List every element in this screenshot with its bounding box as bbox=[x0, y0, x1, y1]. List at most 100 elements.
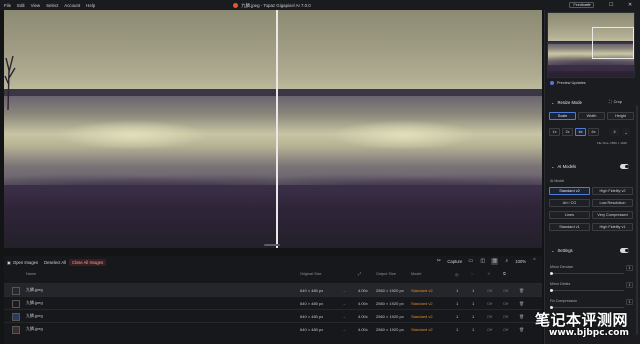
zoom-level[interactable]: 100% bbox=[515, 259, 526, 264]
table-row[interactable]: 九鳞.jpeg 640 × 480 px → 4.00x 2560 × 1920… bbox=[4, 309, 542, 322]
scale-value: 4.00x bbox=[358, 287, 368, 293]
column-model[interactable]: Model bbox=[411, 272, 421, 276]
model-high-fidelity-v2[interactable]: High Fidelity v2 bbox=[592, 187, 633, 195]
compression-value: Off bbox=[503, 313, 509, 319]
preview-area[interactable] bbox=[4, 10, 542, 248]
fix-compression-value[interactable]: 1 bbox=[626, 299, 633, 305]
comparison-divider[interactable] bbox=[276, 10, 278, 248]
resize-mode-header[interactable]: ⌄ Resize Mode bbox=[545, 97, 640, 107]
model-standard-v1[interactable]: Standard v1 bbox=[549, 223, 590, 231]
chevron-up-icon[interactable]: ⌃ bbox=[531, 258, 538, 265]
model-art-cg[interactable]: Art / CG bbox=[549, 199, 590, 207]
minimize-icon[interactable]: — bbox=[586, 2, 591, 8]
navigator-thumbnail[interactable] bbox=[547, 12, 635, 78]
split-view-icon[interactable]: ◫ bbox=[479, 258, 486, 265]
capture-icon[interactable]: ✂ bbox=[435, 258, 442, 265]
file-name: 九鳞.jpeg bbox=[26, 300, 43, 305]
minor-deblur-slider[interactable] bbox=[550, 290, 624, 291]
settings-sidebar: Preview Updates ⌄ Resize Mode ⛶ Crop Scale… bbox=[544, 10, 640, 344]
navigator-viewport-box[interactable] bbox=[592, 27, 634, 59]
scale-1x-button[interactable]: 1x bbox=[549, 128, 560, 136]
zoom-icon[interactable]: ⌕ bbox=[503, 258, 510, 265]
arrow-icon: → bbox=[342, 300, 346, 306]
maximize-icon[interactable]: ☐ bbox=[609, 2, 613, 8]
ai-models-toggle[interactable] bbox=[620, 164, 629, 169]
trash-icon[interactable]: 🗑 bbox=[519, 288, 524, 293]
upscaled-preview-pane[interactable] bbox=[277, 10, 542, 248]
file-name: 九鳞.jpeg bbox=[26, 326, 43, 331]
single-view-icon[interactable]: ▭ bbox=[467, 258, 474, 265]
original-size: 640 × 480 px bbox=[300, 287, 324, 293]
folder-icon: ▣ bbox=[7, 259, 11, 265]
column-original-size[interactable]: Original Size bbox=[300, 272, 322, 276]
column-output-size[interactable]: Output Size bbox=[376, 272, 396, 276]
model-standard-v2[interactable]: Standard v2 bbox=[549, 187, 590, 195]
minor-denoise-label: Minor Denoise bbox=[550, 265, 574, 269]
minor-denoise-slider[interactable] bbox=[550, 273, 624, 274]
crop-button[interactable]: ⛶ Crop bbox=[609, 98, 622, 106]
model-very-compressed[interactable]: Very Compressed bbox=[592, 211, 633, 219]
tab-scale[interactable]: Scale bbox=[549, 112, 576, 120]
scale-4x-button[interactable]: 4x bbox=[575, 128, 586, 136]
open-images-button[interactable]: ▣ Open Images bbox=[4, 259, 41, 266]
tab-width[interactable]: Width bbox=[578, 112, 605, 120]
minor-denoise-value[interactable]: 1 bbox=[626, 265, 633, 271]
tab-height[interactable]: Height bbox=[607, 112, 634, 120]
minor-deblur-value[interactable]: 1 bbox=[626, 282, 633, 288]
crop-icon: ⛶ bbox=[609, 100, 612, 104]
original-size: 640 × 480 px bbox=[300, 300, 324, 306]
table-row[interactable]: 九鳞.jpeg 640 × 480 px → 4.00x 2560 × 1920… bbox=[4, 296, 542, 309]
settings-toggle[interactable] bbox=[620, 248, 629, 253]
preview-updates-check-icon[interactable] bbox=[550, 81, 554, 85]
land-region bbox=[277, 171, 542, 248]
trash-icon[interactable]: 🗑 bbox=[519, 301, 524, 306]
original-preview-pane[interactable] bbox=[4, 10, 276, 248]
close-all-images-button[interactable]: Close All Images bbox=[69, 258, 107, 266]
minor-deblur-knob[interactable] bbox=[550, 289, 553, 292]
settings-section: ⌄ Settings Minor Denoise 1 Minor Deblur 1… bbox=[545, 245, 640, 309]
model-lines[interactable]: Lines bbox=[549, 211, 590, 219]
chevron-down-icon: ⌄ bbox=[551, 99, 555, 105]
model-high-fidelity-v1[interactable]: High Fidelity v1 bbox=[592, 223, 633, 231]
compression-value: Off bbox=[503, 326, 509, 332]
face-column-icon: ☺ bbox=[487, 272, 491, 276]
table-row[interactable]: 九鳞.jpeg 640 × 480 px → 4.00x 2560 × 1920… bbox=[4, 283, 542, 296]
model-value: Standard v2 bbox=[411, 300, 433, 306]
sharpen-value: 1 bbox=[472, 287, 475, 293]
sidebar-scrollbar[interactable] bbox=[636, 105, 638, 335]
column-name[interactable]: Name bbox=[26, 272, 36, 276]
scale-6x-button[interactable]: 6x bbox=[588, 128, 599, 136]
crop-label: Crop bbox=[613, 100, 622, 104]
face-recovery-value: Off bbox=[487, 313, 493, 319]
minor-denoise-knob[interactable] bbox=[550, 272, 553, 275]
trash-icon[interactable]: 🗑 bbox=[519, 314, 524, 319]
land-region bbox=[4, 171, 276, 248]
arrow-icon: → bbox=[342, 287, 346, 293]
table-header: Name Original Size ⤢ Output Size Model ◎… bbox=[4, 269, 542, 279]
image-thumbnail bbox=[12, 299, 20, 308]
window-title-text: 九鳞.jpeg - Topaz Gigapixel AI 7.0.0 bbox=[241, 2, 311, 8]
capture-label[interactable]: Capture bbox=[447, 259, 462, 264]
scale-value: 4.00x bbox=[358, 300, 368, 306]
custom-scale-input[interactable]: 4 bbox=[609, 128, 620, 136]
fix-compression-slider[interactable] bbox=[550, 307, 624, 308]
scale-stepper-icon[interactable]: ⌄ bbox=[622, 128, 630, 136]
image-thumbnail bbox=[12, 325, 20, 334]
side-by-side-view-icon[interactable]: ▥ bbox=[491, 258, 499, 265]
sky-region bbox=[277, 10, 542, 95]
table-row[interactable]: 九鳞.jpeg 640 × 480 px → 4.00x 2560 × 1920… bbox=[4, 322, 542, 335]
preview-updates-row[interactable]: Preview Updates bbox=[545, 80, 640, 88]
deselect-all-button[interactable]: Deselect All bbox=[41, 259, 69, 266]
sharpen-value: 1 bbox=[472, 326, 475, 332]
file-name: 九鳞.jpeg bbox=[26, 313, 43, 318]
scale-2x-button[interactable]: 2x bbox=[562, 128, 573, 136]
compression-column-icon: ⧉ bbox=[503, 272, 506, 276]
site-watermark: 笔记本评测网 www.bjbpc.com bbox=[535, 309, 640, 344]
tree-silhouette bbox=[4, 55, 16, 110]
panel-resize-handle[interactable] bbox=[264, 244, 280, 246]
trash-icon[interactable]: 🗑 bbox=[519, 327, 524, 332]
close-window-icon[interactable]: ✕ bbox=[628, 2, 632, 8]
window-title: 九鳞.jpeg - Topaz Gigapixel AI 7.0.0 bbox=[0, 3, 544, 9]
model-low-resolution[interactable]: Low Resolution bbox=[592, 199, 633, 207]
app-logo-icon bbox=[233, 2, 239, 8]
